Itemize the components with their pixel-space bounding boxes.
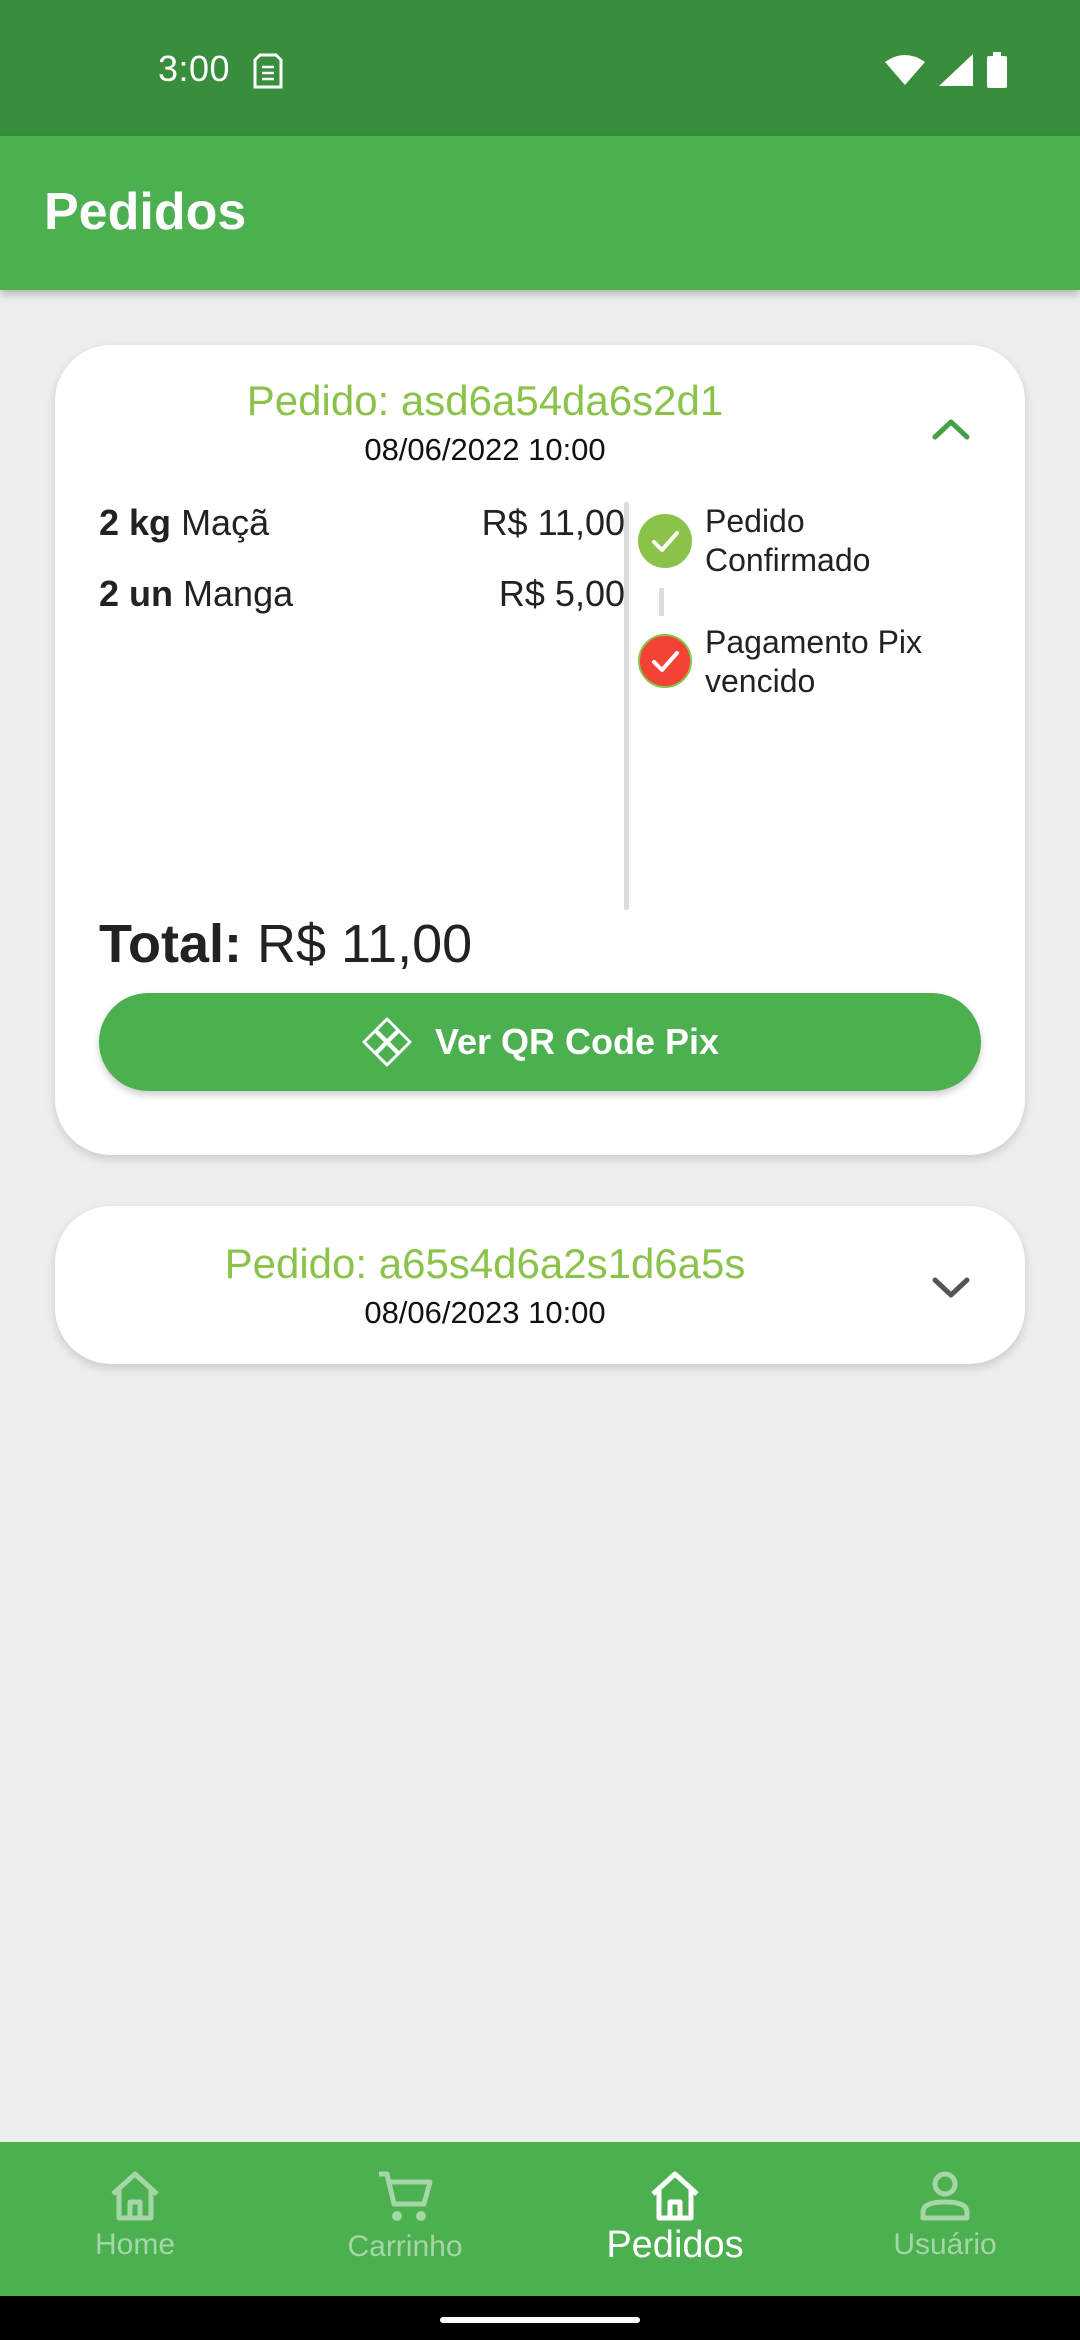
- total-value: R$ 11,00: [256, 914, 473, 974]
- order-date: 08/06/2022 10:00: [364, 432, 606, 467]
- gesture-handle[interactable]: [440, 2317, 640, 2323]
- order-card-collapsed[interactable]: Pedido: a65s4d6a2s1d6a5s 08/06/2023 10:0…: [55, 1206, 1025, 1364]
- status-step-line: vencido: [705, 663, 816, 699]
- gesture-navigation-area: [0, 2296, 1080, 2340]
- nav-item-home[interactable]: Home: [0, 2142, 270, 2296]
- item-quantity: 2 un: [99, 573, 174, 614]
- status-step-payment: Pagamento Pix vencido: [705, 623, 1005, 701]
- order-date: 08/06/2023 10:00: [364, 1295, 606, 1330]
- item-price: R$ 11,00: [481, 502, 625, 543]
- status-step-line: Pedido: [705, 503, 805, 539]
- item-quantity: 2 kg: [99, 502, 172, 543]
- nav-label: Carrinho: [347, 2230, 463, 2263]
- order-total: Total: R$ 11,00: [99, 913, 472, 975]
- orders-home-icon: [651, 2171, 699, 2221]
- order-id: Pedido: a65s4d6a2s1d6a5s: [224, 1240, 746, 1287]
- total-label: Total:: [99, 914, 242, 974]
- home-icon: [111, 2171, 159, 2221]
- order-item: 2 kg Maçã R$ 11,00: [99, 502, 625, 544]
- page-title: Pedidos: [44, 183, 247, 241]
- check-circle-icon: [638, 514, 692, 568]
- order-item: 2 un Manga R$ 5,00: [99, 573, 625, 615]
- nav-label: Pedidos: [606, 2224, 744, 2266]
- pix-icon: [362, 1017, 412, 1067]
- status-icons: [884, 52, 1008, 88]
- status-step-line: Pagamento Pix: [705, 624, 923, 660]
- view-qr-code-pix-button[interactable]: Ver QR Code Pix: [99, 993, 981, 1091]
- nav-item-user[interactable]: Usuário: [810, 2142, 1080, 2296]
- nav-item-cart[interactable]: Carrinho: [270, 2142, 540, 2296]
- nav-label: Usuário: [893, 2228, 997, 2261]
- chevron-down-icon[interactable]: [931, 1276, 971, 1300]
- item-name: Maçã: [181, 502, 270, 543]
- battery-icon: [987, 52, 1007, 88]
- status-bar: 3:00: [0, 0, 1080, 136]
- order-card-expanded[interactable]: Pedido: asd6a54da6s2d1 08/06/2022 10:00 …: [55, 345, 1025, 1155]
- wifi-icon: [885, 55, 925, 85]
- step-connector: [659, 588, 664, 616]
- signal-icon: [939, 54, 973, 86]
- cart-icon: [379, 2171, 433, 2221]
- qr-button-label: Ver QR Code Pix: [434, 1021, 720, 1062]
- status-step-line: Confirmado: [705, 542, 871, 578]
- nav-label: Home: [94, 2228, 176, 2261]
- order-id: Pedido: asd6a54da6s2d1: [246, 377, 724, 424]
- status-step-confirmed: Pedido Confirmado: [705, 502, 1005, 580]
- status-time: 3:00: [158, 48, 231, 89]
- bottom-navigation: Home Carrinho Pedidos Usuário: [0, 2142, 1080, 2296]
- nav-item-orders[interactable]: Pedidos: [540, 2142, 810, 2296]
- error-check-circle-icon: [638, 634, 692, 688]
- item-price: R$ 5,00: [498, 573, 625, 614]
- sim-card-icon: [253, 53, 283, 89]
- item-name: Manga: [183, 573, 294, 614]
- chevron-up-icon[interactable]: [931, 417, 971, 441]
- app-bar: Pedidos: [0, 136, 1080, 290]
- vertical-divider: [624, 502, 629, 910]
- user-icon: [920, 2171, 970, 2221]
